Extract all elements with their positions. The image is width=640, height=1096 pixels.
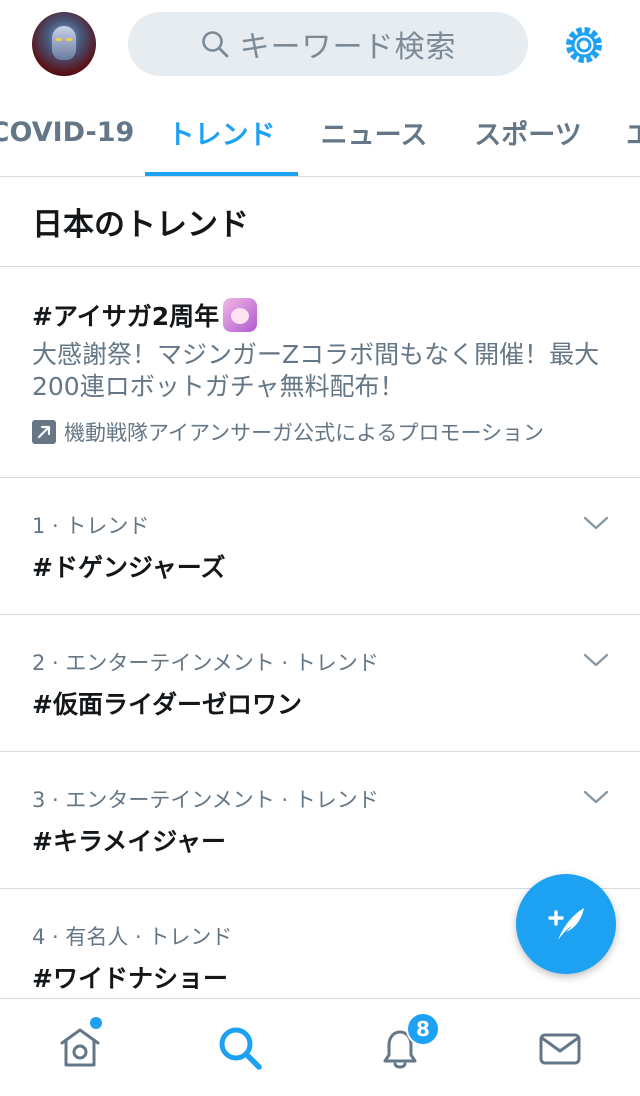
trend-item[interactable]: 2 · エンターテインメント · トレンド #仮面ライダーゼロワン [0, 615, 640, 752]
trend-meta: 4 · 有名人 · トレンド [32, 925, 233, 949]
promoted-by: 機動戦隊アイアンサーガ公式によるプロモーション [32, 417, 544, 447]
compose-feather-icon [548, 908, 584, 940]
tab-sports[interactable]: スポーツ [458, 88, 598, 176]
avatar[interactable] [32, 12, 96, 76]
avatar-eye [56, 38, 62, 41]
promoted-by-label: 機動戦隊アイアンサーガ公式によるプロモーション [64, 421, 545, 445]
tab-entertainment[interactable]: エ [612, 88, 640, 176]
section-header: 日本のトレンド [0, 177, 640, 267]
tab-covid19[interactable]: COVID-19 [0, 88, 135, 176]
avatar-eye [66, 38, 72, 41]
promoted-arrow-icon [32, 420, 56, 444]
chevron-down-icon[interactable] [582, 788, 610, 806]
notifications-badge: 8 [406, 1012, 440, 1046]
chevron-down-icon[interactable] [582, 514, 610, 532]
trend-meta: 2 · エンターテインメント · トレンド [32, 651, 379, 675]
tab-label: ニュース [320, 119, 428, 151]
section-title: 日本のトレンド [32, 207, 249, 243]
tab-news[interactable]: ニュース [306, 88, 442, 176]
trend-meta: 3 · エンターテインメント · トレンド [32, 788, 379, 812]
trend-name: #ドゲンジャーズ [32, 553, 226, 582]
promo-title-row: #アイサガ2周年 [32, 297, 258, 333]
search-input[interactable]: キーワード検索 [128, 12, 528, 76]
trend-item[interactable]: 3 · エンターテインメント · トレンド #キラメイジャー [0, 752, 640, 889]
tab-label: エ [626, 113, 640, 152]
tab-trends[interactable]: トレンド [145, 88, 298, 176]
search-icon [201, 31, 228, 58]
trend-name: #キラメイジャー [32, 827, 226, 856]
chevron-down-icon[interactable] [582, 651, 610, 669]
trend-name: #仮面ライダーゼロワン [32, 690, 302, 719]
search-placeholder: キーワード検索 [239, 30, 457, 65]
tab-label: スポーツ [474, 119, 582, 151]
search-icon[interactable] [215, 1023, 265, 1073]
explore-tabs: COVID-19 トレンド ニュース スポーツ エ [0, 88, 640, 177]
home-icon[interactable] [55, 1023, 105, 1073]
trend-name: #ワイドナショー [32, 964, 228, 993]
tab-label: COVID-19 [0, 116, 135, 148]
promoted-trend[interactable]: #アイサガ2周年 大感謝祭！マジンガーZコラボ間もなく開催！最大200連ロボット… [0, 267, 640, 478]
bottom-navigation: 8 [0, 998, 640, 1096]
tab-label: トレンド [167, 119, 276, 151]
trend-item[interactable]: 1 · トレンド #ドゲンジャーズ [0, 478, 640, 615]
home-unread-dot [90, 1017, 102, 1029]
trend-meta: 1 · トレンド [32, 514, 150, 538]
promo-description: 大感謝祭！マジンガーZコラボ間もなく開催！最大200連ロボットガチャ無料配布！ [32, 340, 600, 401]
promo-title: #アイサガ2周年 [32, 302, 220, 331]
top-header: キーワード検索 [0, 0, 640, 88]
gear-icon[interactable] [562, 23, 606, 67]
character-emoji-icon [223, 298, 258, 332]
avatar-face [52, 26, 76, 60]
compose-tweet-button[interactable] [516, 874, 616, 974]
messages-envelope-icon[interactable] [535, 1023, 585, 1073]
